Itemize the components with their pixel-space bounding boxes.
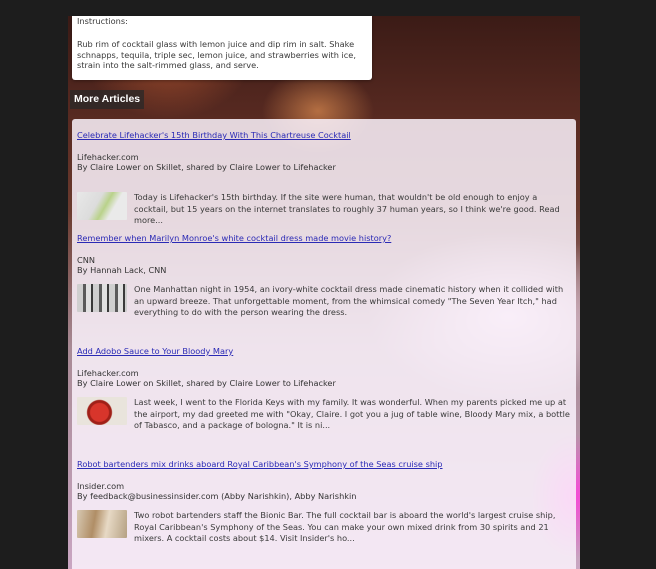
article-summary: Two robot bartenders staff the Bionic Ba… bbox=[134, 510, 556, 543]
article-byline: By Hannah Lack, CNN bbox=[77, 265, 167, 275]
instructions-card: Instructions: Rub rim of cocktail glass … bbox=[72, 16, 372, 80]
article-thumbnail[interactable] bbox=[77, 192, 127, 220]
article-thumbnail[interactable] bbox=[77, 284, 127, 312]
article-summary: One Manhattan night in 1954, an ivory-wh… bbox=[134, 284, 564, 317]
article-source: Insider.com bbox=[77, 481, 125, 491]
article-thumbnail[interactable] bbox=[77, 510, 127, 538]
article-title-link[interactable]: Celebrate Lifehacker's 15th Birthday Wit… bbox=[77, 130, 570, 141]
instructions-heading: Instructions: bbox=[77, 16, 128, 26]
articles-list: Celebrate Lifehacker's 15th Birthday Wit… bbox=[72, 119, 576, 569]
article-title-link[interactable]: Robot bartenders mix drinks aboard Royal… bbox=[77, 459, 570, 470]
article-title-link[interactable]: Add Adobo Sauce to Your Bloody Mary bbox=[77, 346, 570, 357]
article-source: Lifehacker.com bbox=[77, 152, 139, 162]
article-byline: By Claire Lower on Skillet, shared by Cl… bbox=[77, 162, 336, 172]
article-title-link[interactable]: Remember when Marilyn Monroe's white coc… bbox=[77, 233, 570, 244]
article-byline: By Claire Lower on Skillet, shared by Cl… bbox=[77, 378, 336, 388]
article-item: Remember when Marilyn Monroe's white coc… bbox=[77, 233, 570, 333]
article-item: Celebrate Lifehacker's 15th Birthday Wit… bbox=[77, 130, 570, 225]
article-summary: Today is Lifehacker's 15th birthday. If … bbox=[134, 192, 560, 225]
instructions-text: Rub rim of cocktail glass with lemon jui… bbox=[77, 39, 356, 70]
article-summary: Last week, I went to the Florida Keys wi… bbox=[134, 397, 570, 430]
article-thumbnail[interactable] bbox=[77, 397, 127, 425]
article-item: Robot bartenders mix drinks aboard Royal… bbox=[77, 459, 570, 559]
more-articles-heading: More Articles bbox=[70, 90, 145, 109]
article-source: Lifehacker.com bbox=[77, 368, 139, 378]
article-byline: By feedback@businessinsider.com (Abby Na… bbox=[77, 491, 357, 501]
article-source: CNN bbox=[77, 255, 95, 265]
article-item: Add Adobo Sauce to Your Bloody Mary Life… bbox=[77, 346, 570, 446]
